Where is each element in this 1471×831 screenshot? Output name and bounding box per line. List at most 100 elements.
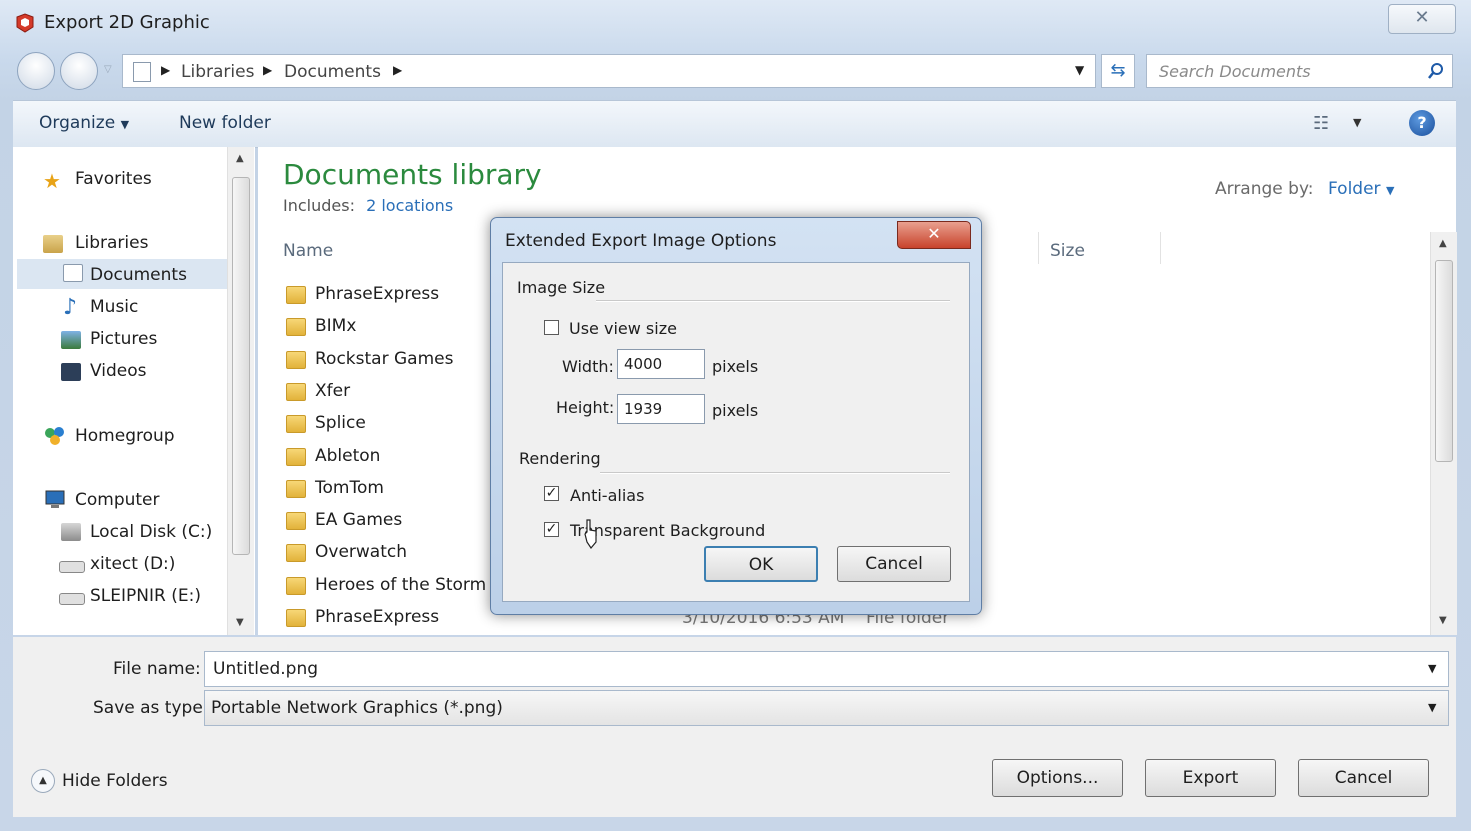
breadcrumb-libraries[interactable]: Libraries [181, 62, 254, 82]
forward-button[interactable] [60, 52, 98, 90]
scroll-down-arrow-icon[interactable]: ▼ [236, 617, 244, 628]
mouse-cursor-icon [584, 519, 597, 550]
folder-icon [286, 480, 306, 498]
column-header-size[interactable]: Size [1050, 241, 1085, 261]
folder-list-item[interactable]: EA Games [315, 510, 402, 530]
folder-icon [286, 415, 306, 433]
recent-pages-chevron-icon[interactable]: ▽ [104, 64, 112, 75]
breadcrumb-documents[interactable]: Documents [284, 62, 381, 82]
sidebar-item-drive-d[interactable]: xitect (D:) [90, 554, 175, 574]
file-name-dropdown-icon[interactable]: ▼ [1428, 662, 1436, 675]
includes-label: Includes: [283, 196, 355, 215]
back-button[interactable] [17, 52, 55, 90]
scroll-up-arrow-icon[interactable]: ▲ [1439, 238, 1447, 249]
folder-icon [286, 544, 306, 562]
sidebar-item-libraries[interactable]: Libraries [75, 233, 148, 253]
dialog-title: Extended Export Image Options [505, 231, 777, 251]
width-input[interactable]: 4000 [617, 349, 705, 379]
use-view-size-label: Use view size [569, 319, 677, 338]
scroll-up-arrow-icon[interactable]: ▲ [236, 153, 244, 164]
folder-list-item[interactable]: Xfer [315, 381, 350, 401]
breadcrumb-arrow-icon[interactable]: ▶ [161, 63, 170, 77]
sidebar-item-computer[interactable]: Computer [75, 490, 160, 510]
dialog-cancel-button[interactable]: Cancel [837, 546, 951, 582]
folder-list-item[interactable]: Rockstar Games [315, 349, 453, 369]
arrange-by-dropdown[interactable]: Folder ▼ [1328, 179, 1394, 199]
export-button[interactable]: Export [1145, 759, 1276, 797]
new-folder-button[interactable]: New folder [179, 113, 271, 133]
help-icon[interactable]: ? [1409, 110, 1435, 136]
scrollbar-thumb[interactable] [232, 177, 250, 555]
folder-list-item[interactable]: PhraseExpress [315, 607, 439, 627]
search-input[interactable]: Search Documents [1146, 54, 1453, 88]
scroll-down-arrow-icon[interactable]: ▼ [1439, 615, 1447, 626]
includes-locations-link[interactable]: 2 locations [366, 196, 453, 215]
hide-folders-chevron-icon[interactable]: ▲ [31, 769, 55, 793]
sidebar-item-drive-e[interactable]: SLEIPNIR (E:) [90, 586, 201, 606]
navigation-pane: ★ Favorites Libraries Documents ♪ Music … [13, 147, 255, 635]
dialog-close-button[interactable]: ✕ [897, 221, 971, 249]
command-toolbar: Organize ▼ New folder ☷ ▼ ? [13, 100, 1456, 148]
sidebar-item-drive-c[interactable]: Local Disk (C:) [90, 522, 212, 542]
column-header-name[interactable]: Name [283, 241, 333, 261]
save-as-type-select[interactable]: Portable Network Graphics (*.png) ▼ [204, 690, 1449, 726]
sidebar-item-music[interactable]: Music [90, 297, 138, 317]
image-size-group-label: Image Size [517, 278, 606, 297]
folder-list-item[interactable]: Overwatch [315, 542, 407, 562]
sidebar-item-favorites[interactable]: Favorites [75, 169, 152, 189]
organize-dropdown-icon: ▼ [120, 118, 130, 131]
navpane-scrollbar[interactable]: ▲ ▼ [227, 147, 254, 635]
folder-list-item[interactable]: Ableton [315, 446, 380, 466]
folder-icon [286, 577, 306, 595]
address-dropdown-icon[interactable]: ▼ [1075, 63, 1084, 77]
folder-list-item[interactable]: BIMx [315, 316, 356, 336]
folder-list-item[interactable]: PhraseExpress [315, 284, 439, 304]
address-bar[interactable]: ▶ Libraries ▶ Documents ▶ ▼ [122, 54, 1096, 88]
export-dialog-window: Export 2D Graphic ✕ ▽ ▶ Libraries ▶ Docu… [0, 0, 1471, 831]
anti-alias-checkbox[interactable]: ✓ [544, 486, 559, 501]
breadcrumb-arrow-icon[interactable]: ▶ [393, 63, 402, 77]
view-dropdown-icon[interactable]: ▼ [1353, 116, 1361, 129]
save-as-type-label: Save as type: [93, 698, 209, 718]
folder-list-item[interactable]: Splice [315, 413, 366, 433]
sidebar-item-pictures[interactable]: Pictures [90, 329, 157, 349]
transparent-background-checkbox[interactable]: ✓ [544, 522, 559, 537]
breadcrumb-arrow-icon[interactable]: ▶ [263, 63, 272, 77]
width-label: Width: [562, 357, 614, 376]
rendering-group-label: Rendering [519, 449, 601, 468]
documents-icon [63, 264, 83, 282]
drive-e-icon [59, 593, 85, 605]
cancel-button[interactable]: Cancel [1298, 759, 1429, 797]
arrange-by-value: Folder [1328, 179, 1381, 199]
title-bar [0, 0, 1471, 48]
folder-icon [286, 383, 306, 401]
library-title: Documents library [283, 158, 542, 191]
window-close-button[interactable]: ✕ [1388, 4, 1456, 34]
search-icon[interactable] [1427, 62, 1445, 80]
sidebar-item-documents[interactable]: Documents [90, 265, 187, 285]
save-type-dropdown-icon[interactable]: ▼ [1428, 701, 1436, 714]
sidebar-item-videos[interactable]: Videos [90, 361, 147, 381]
file-list-scrollbar[interactable]: ▲ ▼ [1430, 232, 1457, 635]
hide-folders-toggle[interactable]: Hide Folders [62, 771, 168, 791]
dialog-ok-button[interactable]: OK [704, 546, 818, 582]
scrollbar-thumb[interactable] [1435, 260, 1453, 462]
use-view-size-checkbox[interactable] [544, 320, 559, 335]
file-name-input[interactable]: Untitled.png ▼ [204, 651, 1449, 687]
arrange-dropdown-icon: ▼ [1385, 184, 1395, 197]
view-options-icon[interactable]: ☷ [1313, 113, 1329, 134]
width-unit-label: pixels [712, 357, 759, 376]
folder-icon [286, 318, 306, 336]
height-unit-label: pixels [712, 401, 759, 420]
height-input[interactable]: 1939 [617, 394, 705, 424]
file-name-label: File name: [113, 659, 201, 679]
organize-menu[interactable]: Organize ▼ [39, 113, 129, 133]
folder-icon [286, 512, 306, 530]
refresh-button[interactable]: ⇆ [1101, 54, 1135, 88]
file-name-value: Untitled.png [213, 659, 319, 679]
folder-list-item[interactable]: Heroes of the Storm [315, 575, 486, 595]
folder-list-item[interactable]: TomTom [315, 478, 384, 498]
options-button[interactable]: Options... [992, 759, 1123, 797]
sidebar-item-homegroup[interactable]: Homegroup [75, 426, 175, 446]
search-placeholder: Search Documents [1159, 62, 1311, 81]
